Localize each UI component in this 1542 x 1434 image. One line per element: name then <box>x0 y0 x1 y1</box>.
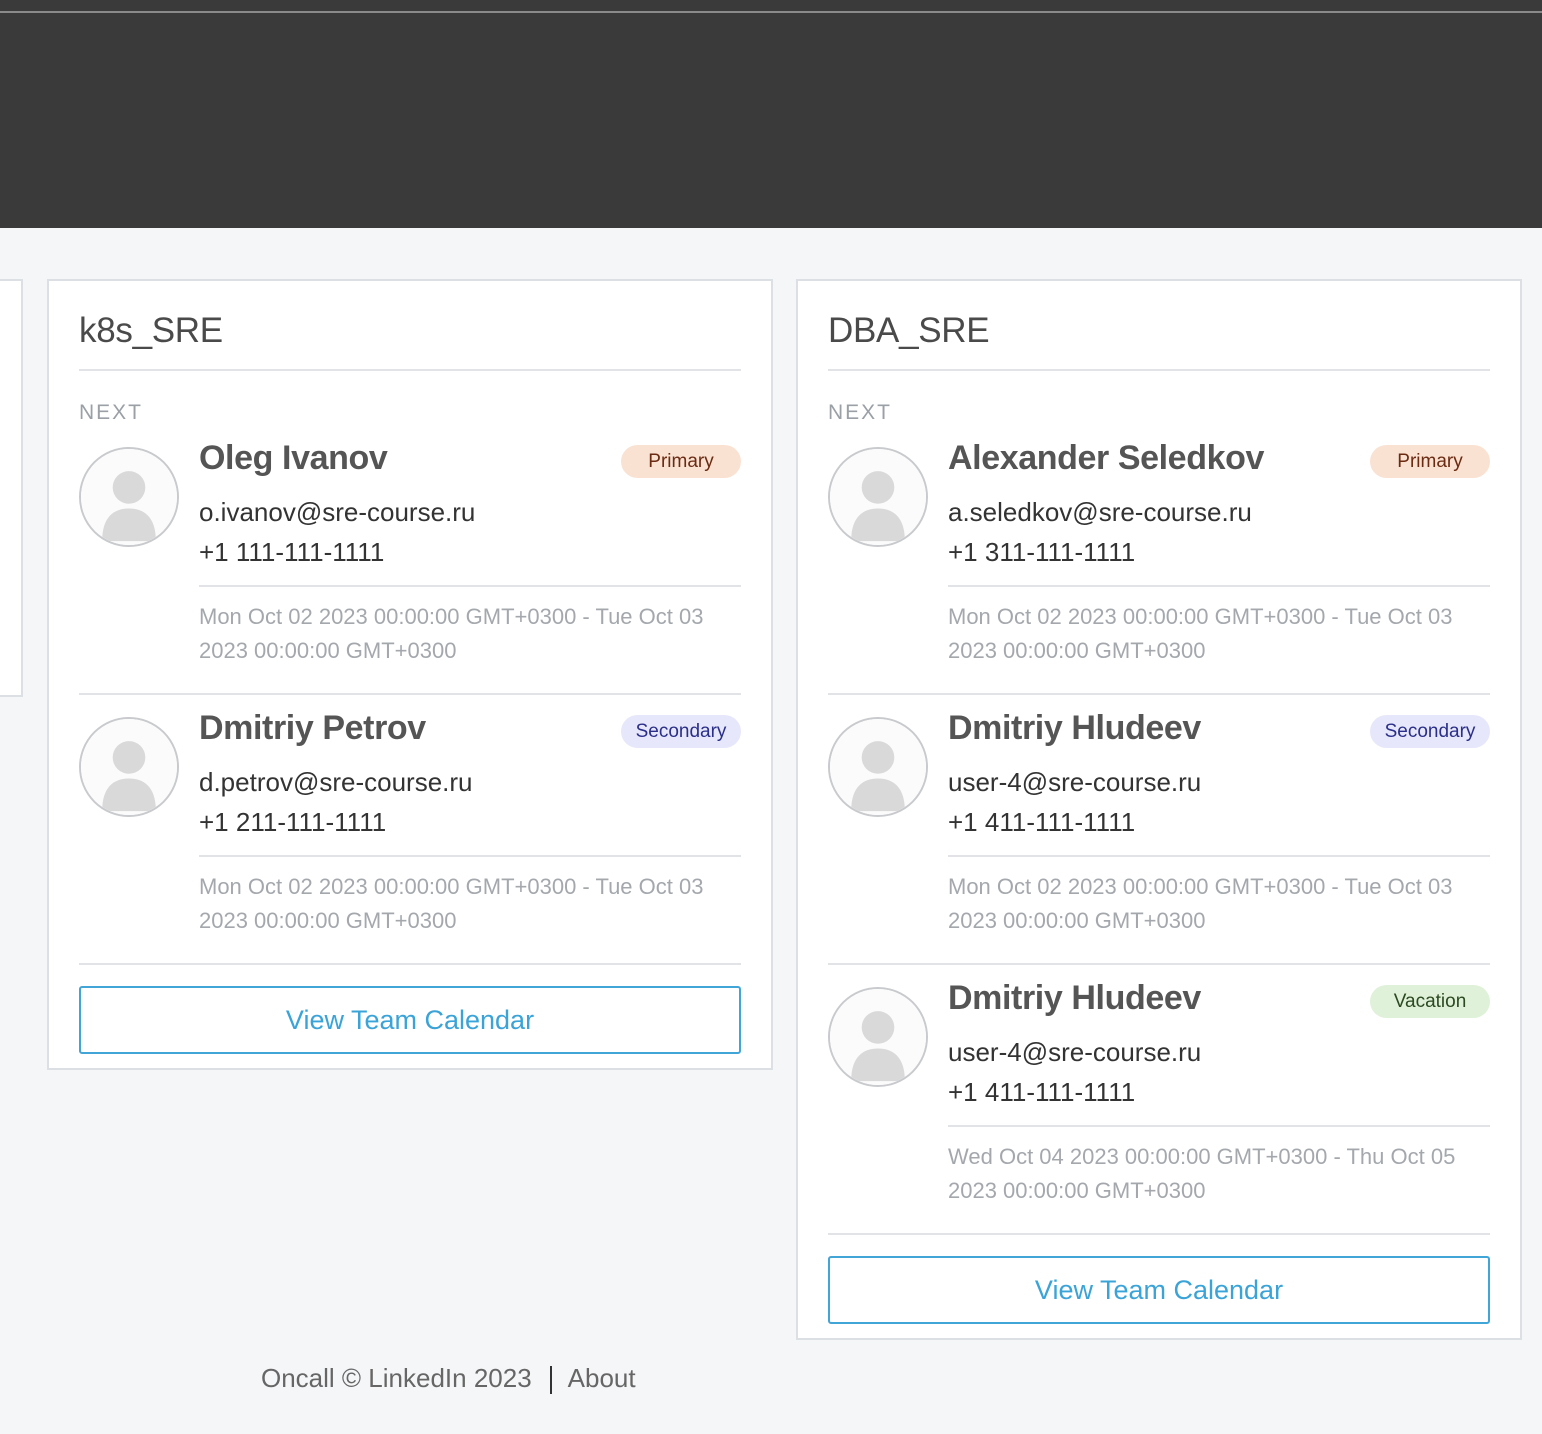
role-badge: Vacation <box>1370 985 1490 1018</box>
shift-range: Mon Oct 02 2023 00:00:00 GMT+0300 - Tue … <box>199 604 704 663</box>
footer-copyright: Oncall © LinkedIn 2023 <box>261 1363 532 1393</box>
oncall-entry: Dmitriy Petrov Secondary d.petrov@sre-co… <box>79 695 741 965</box>
shift-range: Wed Oct 04 2023 00:00:00 GMT+0300 - Thu … <box>948 1144 1456 1203</box>
footer-separator <box>549 1366 552 1395</box>
user-name[interactable]: Oleg Ivanov <box>199 439 388 478</box>
user-email: user-4@sre-course.ru <box>948 767 1202 797</box>
about-link[interactable]: About <box>568 1363 636 1393</box>
shift-range: Mon Oct 02 2023 00:00:00 GMT+0300 - Tue … <box>948 604 1453 663</box>
user-avatar-icon <box>828 447 928 547</box>
role-badge: Primary <box>1370 445 1490 478</box>
role-badge: Secondary <box>1370 715 1490 748</box>
user-phone: +1 311-111-1111 <box>948 537 1136 567</box>
divider <box>948 855 1490 857</box>
user-name[interactable]: Dmitriy Hludeev <box>948 709 1201 748</box>
divider <box>948 1125 1490 1127</box>
footer: Oncall © LinkedIn 2023 About <box>261 1363 636 1395</box>
team-card: DBA_SRE NEXT Alexander Seledkov Primary … <box>796 279 1522 1340</box>
user-avatar-icon <box>828 717 928 817</box>
user-phone: +1 211-111-1111 <box>199 807 387 837</box>
user-name[interactable]: Alexander Seledkov <box>948 439 1264 478</box>
user-email: user-4@sre-course.ru <box>948 1037 1202 1067</box>
user-email: a.seledkov@sre-course.ru <box>948 497 1252 527</box>
top-border <box>0 0 1542 13</box>
app-header <box>0 13 1542 228</box>
oncall-entry: Dmitriy Hludeev Vacation user-4@sre-cour… <box>828 965 1490 1235</box>
user-avatar-icon <box>79 717 179 817</box>
divider <box>199 855 741 857</box>
divider <box>948 585 1490 587</box>
user-avatar-icon <box>79 447 179 547</box>
team-card-partial <box>0 279 23 697</box>
team-card: k8s_SRE NEXT Oleg Ivanov Primary o.ivano… <box>47 279 773 1070</box>
divider <box>199 585 741 587</box>
user-avatar-icon <box>828 987 928 1087</box>
oncall-entry: Oleg Ivanov Primary o.ivanov@sre-course.… <box>79 425 741 695</box>
view-team-calendar-button[interactable]: View Team Calendar <box>79 986 741 1054</box>
next-label: NEXT <box>828 401 893 424</box>
view-team-calendar-button[interactable]: View Team Calendar <box>828 1256 1490 1324</box>
user-name[interactable]: Dmitriy Petrov <box>199 709 426 748</box>
user-name[interactable]: Dmitriy Hludeev <box>948 979 1201 1018</box>
oncall-entry: Dmitriy Hludeev Secondary user-4@sre-cou… <box>828 695 1490 965</box>
user-email: o.ivanov@sre-course.ru <box>199 497 476 527</box>
team-name[interactable]: DBA_SRE <box>828 281 1490 371</box>
user-phone: +1 411-111-1111 <box>948 807 1136 837</box>
role-badge: Secondary <box>621 715 741 748</box>
shift-range: Mon Oct 02 2023 00:00:00 GMT+0300 - Tue … <box>199 874 704 933</box>
next-label: NEXT <box>79 401 144 424</box>
shift-range: Mon Oct 02 2023 00:00:00 GMT+0300 - Tue … <box>948 874 1453 933</box>
user-email: d.petrov@sre-course.ru <box>199 767 473 797</box>
team-name[interactable]: k8s_SRE <box>79 281 741 371</box>
oncall-entry: Alexander Seledkov Primary a.seledkov@sr… <box>828 425 1490 695</box>
user-phone: +1 111-111-1111 <box>199 537 385 567</box>
role-badge: Primary <box>621 445 741 478</box>
user-phone: +1 411-111-1111 <box>948 1077 1136 1107</box>
